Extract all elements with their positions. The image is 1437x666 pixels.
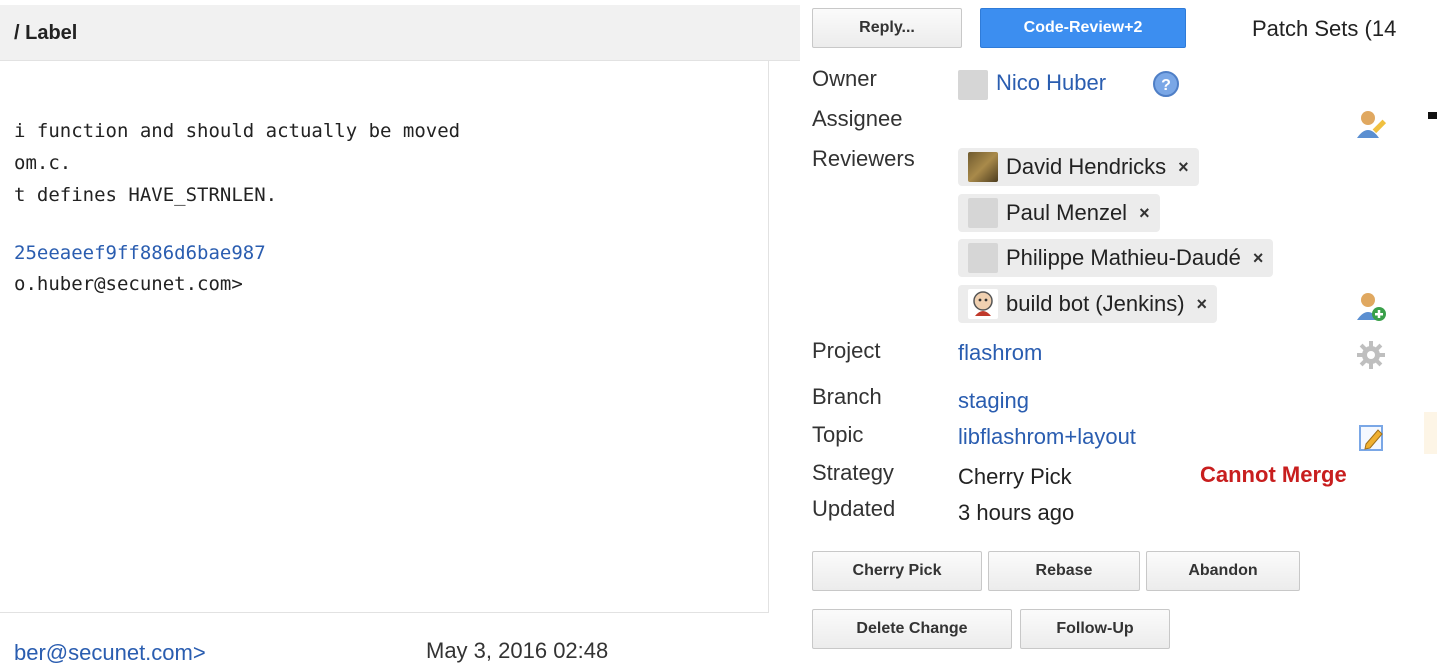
svg-text:?: ? [1161,77,1171,94]
commit-message-line: i function and should actually be moved [14,120,461,142]
abandon-button[interactable]: Abandon [1146,551,1300,591]
topic-link[interactable]: libflashrom+layout [958,424,1136,450]
owner-name-link[interactable]: Nico Huber [996,70,1106,96]
reviewer-avatar [968,243,998,273]
remove-reviewer-button[interactable]: × [1197,294,1208,315]
settings-gear-icon[interactable] [1356,340,1386,370]
patch-sets-dropdown[interactable]: Patch Sets (14 [1252,16,1396,42]
bot-avatar [968,289,998,319]
add-reviewer-icon[interactable] [1354,290,1388,324]
reviewer-chip: Paul Menzel × [958,194,1160,232]
edit-assignee-icon[interactable] [1354,108,1388,142]
reviewers-label: Reviewers [812,146,915,171]
reviewer-name: build bot (Jenkins) [1006,291,1185,316]
branch-label: Branch [812,384,882,409]
edge-highlight [1424,412,1437,454]
updated-label: Updated [812,496,896,521]
strategy-label: Strategy [812,460,894,485]
reviewer-avatar [968,152,998,182]
edge-marker [1428,112,1437,119]
jenkins-icon [973,291,993,316]
strategy-value: Cherry Pick [958,464,1072,489]
topic-label: Topic [812,422,864,447]
reviewer-avatar [968,198,998,228]
follow-up-button[interactable]: Follow-Up [1020,609,1170,649]
author-date: May 3, 2016 02:48 [426,638,609,663]
reviewer-chip: build bot (Jenkins) × [958,285,1218,323]
project-label: Project [812,338,881,363]
commit-message-line: t defines HAVE_STRNLEN. [14,184,278,206]
reply-button[interactable]: Reply... [812,8,962,48]
edit-topic-icon[interactable] [1358,424,1386,452]
project-link[interactable]: flashrom [958,340,1042,366]
help-icon[interactable]: ? [1152,70,1180,98]
change-id-link[interactable]: 25eeaeef9ff886d6bae987 [14,242,266,264]
delete-change-button[interactable]: Delete Change [812,609,1012,649]
updated-value: 3 hours ago [958,500,1075,525]
reviewer-name: Paul Menzel [1006,200,1128,225]
signed-off-by-line: o.huber@secunet.com> [14,273,243,295]
assignee-label: Assignee [812,106,903,131]
reviewer-chip: Philippe Mathieu-Daudé × [958,239,1274,277]
cherry-pick-button[interactable]: Cherry Pick [812,551,982,591]
merge-status: Cannot Merge [1200,462,1347,487]
commit-message-line: om.c. [14,152,72,174]
remove-reviewer-button[interactable]: × [1253,248,1264,269]
rebase-button[interactable]: Rebase [988,551,1140,591]
reviewer-name: David Hendricks [1006,154,1167,179]
header-title: / Label [14,22,78,44]
author-email-link[interactable]: ber@secunet.com> [14,640,206,666]
branch-link[interactable]: staging [958,388,1029,414]
code-review-plus2-button[interactable]: Code-Review+2 [980,8,1186,48]
owner-avatar [958,70,988,100]
header-bar: / Label [0,5,800,61]
commit-message-box [0,60,769,613]
remove-reviewer-button[interactable]: × [1139,203,1150,224]
reviewer-chip: David Hendricks × [958,148,1199,186]
remove-reviewer-button[interactable]: × [1178,157,1189,178]
owner-label: Owner [812,66,877,91]
reviewer-name: Philippe Mathieu-Daudé [1006,245,1241,270]
